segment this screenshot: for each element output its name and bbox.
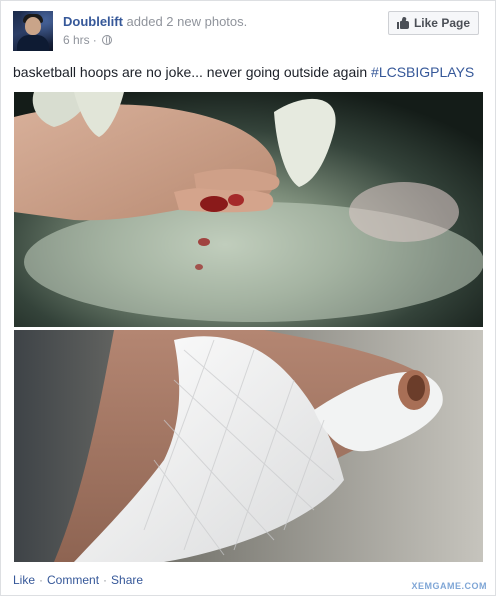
like-page-label: Like Page [413, 16, 470, 30]
action-separator: · [39, 573, 44, 587]
avatar[interactable] [13, 11, 53, 51]
post-caption: basketball hoops are no joke... never go… [13, 64, 474, 80]
caption-text: basketball hoops are no joke... never go… [13, 64, 372, 80]
author-line: Doublelift added 2 new photos. [63, 14, 247, 29]
post-actions: Like · Comment · Share [13, 573, 143, 587]
like-link[interactable]: Like [13, 573, 35, 587]
post-card: Doublelift added 2 new photos. 6 hrs · L… [0, 0, 496, 596]
comment-link[interactable]: Comment [47, 573, 99, 587]
post-action-text: added 2 new photos. [122, 14, 248, 29]
post-header: Doublelift added 2 new photos. 6 hrs · L… [13, 11, 483, 55]
share-link[interactable]: Share [111, 573, 143, 587]
post-meta: 6 hrs · [63, 33, 112, 47]
like-page-button[interactable]: Like Page [387, 11, 479, 35]
photo-surgery-hand[interactable] [14, 92, 483, 327]
post-timestamp[interactable]: 6 hrs [63, 33, 90, 47]
globe-icon [101, 35, 112, 45]
photo-bandaged-hand[interactable] [14, 330, 483, 562]
meta-separator: · [92, 33, 97, 47]
author-name-link[interactable]: Doublelift [63, 14, 123, 29]
watermark-logo: XEMGAME.COM [411, 581, 487, 591]
hashtag-link[interactable]: #LCSBIGPLAYS [371, 64, 474, 80]
thumbs-up-icon [396, 16, 409, 29]
action-separator: · [103, 573, 108, 587]
